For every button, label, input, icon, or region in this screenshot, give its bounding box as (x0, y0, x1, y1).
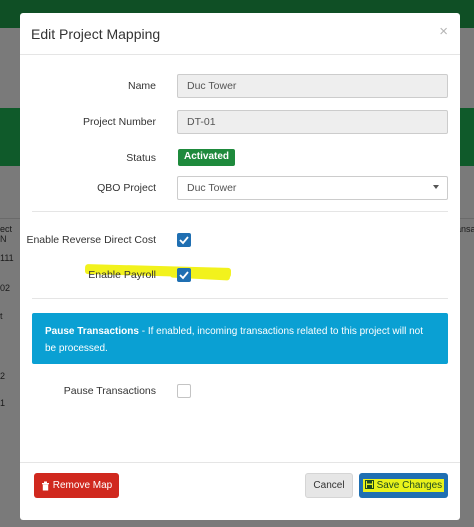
qbo-project-label: QBO Project (97, 182, 156, 194)
modal-title: Edit Project Mapping (31, 26, 161, 42)
qbo-project-select[interactable]: Duc Tower (177, 176, 448, 200)
name-label: Name (127, 80, 156, 92)
checkmark-icon (179, 271, 189, 280)
background-row-2: 02 (0, 283, 11, 293)
pause-transactions-label: Pause Transactions (63, 385, 156, 397)
modal-header: Edit Project Mapping × (20, 13, 460, 55)
section-divider (32, 211, 448, 212)
remove-map-button[interactable]: Remove Map (34, 473, 119, 498)
edit-project-mapping-modal: Edit Project Mapping × Name Duc Tower Pr… (20, 13, 460, 520)
pause-info-alert: Pause Transactions - If enabled, incomin… (32, 313, 448, 364)
save-icon (364, 480, 374, 489)
cancel-label: Cancel (313, 480, 345, 491)
background-column-header: ect N (0, 224, 13, 244)
reverse-direct-cost-label: Enable Reverse Direct Cost (26, 234, 156, 246)
payroll-label: Enable Payroll (88, 269, 156, 281)
project-number-label: Project Number (83, 116, 156, 128)
payroll-checkbox[interactable] (177, 268, 191, 282)
alert-title: Pause Transactions (45, 326, 139, 337)
pause-transactions-checkbox[interactable] (177, 384, 191, 398)
reverse-direct-cost-checkbox[interactable] (177, 233, 191, 247)
checkmark-icon (179, 236, 189, 245)
save-changes-highlight: Save Changes (362, 479, 445, 492)
background-row-3: t (0, 311, 3, 321)
status-label: Status (126, 152, 156, 164)
trash-icon (41, 481, 49, 490)
background-row-5: 1 (0, 398, 6, 408)
cancel-button[interactable]: Cancel (305, 473, 353, 498)
project-number-field[interactable]: DT-01 (177, 110, 448, 134)
close-icon[interactable]: × (439, 23, 448, 40)
section-divider-2 (32, 298, 448, 299)
chevron-down-icon (433, 185, 439, 189)
footer-divider (20, 462, 460, 463)
remove-map-label: Remove Map (52, 480, 113, 491)
background-row-1: 111 (0, 253, 14, 263)
save-changes-label: Save Changes (376, 480, 443, 491)
qbo-project-selected-value: Duc Tower (187, 182, 237, 194)
status-badge: Activated (178, 149, 236, 166)
background-row-4: 2 (0, 371, 6, 381)
name-field[interactable]: Duc Tower (177, 74, 448, 98)
save-changes-button[interactable]: Save Changes (359, 473, 448, 498)
